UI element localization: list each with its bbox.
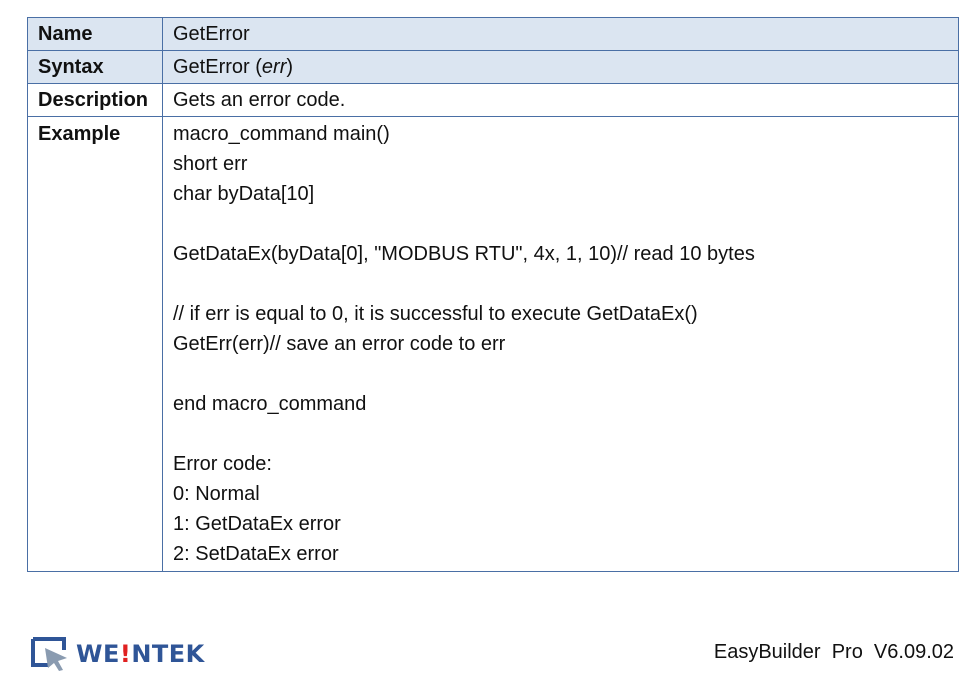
table-row-syntax: Syntax GetError (err): [27, 50, 959, 84]
code-line: Error code:: [173, 453, 272, 475]
logo-wordmark: WE!NTEK: [76, 640, 205, 668]
table-row-description: Description Gets an error code.: [27, 83, 959, 117]
syntax-argument: err: [261, 56, 287, 78]
table-row-name: Name GetError: [27, 17, 959, 51]
code-line: // if err is equal to 0, it is successfu…: [173, 303, 698, 325]
code-line: macro_command main(): [173, 123, 390, 145]
name-value: GetError: [162, 17, 959, 51]
code-line: GetDataEx(byData[0], "MODBUS RTU", 4x, 1…: [173, 243, 755, 265]
example-code: macro_command main() short err char byDa…: [162, 116, 959, 572]
syntax-label: Syntax: [27, 50, 163, 84]
code-line: 1: GetDataEx error: [173, 513, 341, 535]
code-line: 2: SetDataEx error: [173, 543, 339, 565]
description-label: Description: [27, 83, 163, 117]
software-version: EasyBuilder Pro V6.09.02: [713, 641, 954, 663]
function-reference-table: Name GetError Syntax GetError (err) Desc…: [27, 17, 959, 572]
weintek-logo: WE!NTEK: [30, 634, 205, 674]
syntax-value: GetError (err): [162, 50, 959, 84]
weintek-logo-icon: [31, 637, 67, 671]
description-value: Gets an error code.: [162, 83, 959, 117]
syntax-close: ): [286, 56, 294, 78]
table-row-example: Example macro_command main() short err c…: [27, 116, 959, 572]
syntax-function: GetError (: [173, 56, 262, 78]
example-label: Example: [27, 116, 163, 572]
code-line: 0: Normal: [173, 483, 260, 505]
code-line: short err: [173, 153, 248, 175]
code-line: end macro_command: [173, 393, 367, 415]
code-line: GetErr(err)// save an error code to err: [173, 333, 506, 355]
code-line: char byData[10]: [173, 183, 315, 205]
name-label: Name: [27, 17, 163, 51]
